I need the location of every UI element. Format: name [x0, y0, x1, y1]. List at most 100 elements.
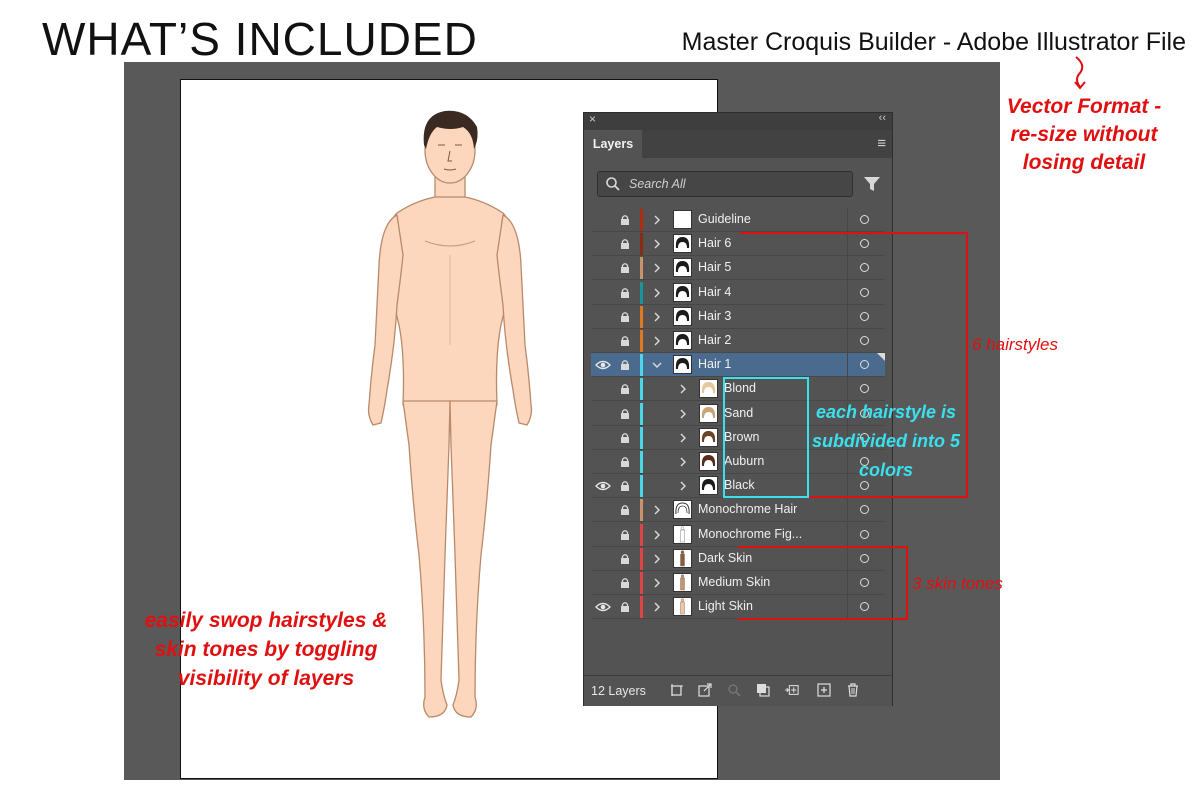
visibility-eye-icon[interactable]: [595, 431, 611, 445]
file-title: Master Croquis Builder - Adobe Illustrat…: [681, 28, 1186, 56]
lock-icon[interactable]: [620, 408, 630, 420]
lock-icon[interactable]: [620, 311, 630, 323]
layer-thumbnail: [673, 355, 692, 375]
chevron-right-icon[interactable]: [652, 262, 662, 274]
chevron-right-icon[interactable]: [678, 383, 688, 395]
layer-row[interactable]: Monochrome Hair: [591, 498, 885, 523]
visibility-eye-icon[interactable]: [595, 382, 611, 396]
panel-title-bar[interactable]: × ‹‹: [584, 112, 892, 130]
chevron-right-icon[interactable]: [678, 480, 688, 492]
layer-color-bar: [640, 499, 643, 522]
skin-tones-bracket: [738, 546, 908, 620]
visibility-eye-icon[interactable]: [595, 407, 611, 421]
layer-thumbnail: [699, 379, 718, 399]
visibility-eye-icon[interactable]: [595, 286, 611, 300]
visibility-eye-icon[interactable]: [595, 552, 611, 566]
visibility-eye-icon[interactable]: [595, 237, 611, 251]
tab-layers[interactable]: Layers: [584, 130, 642, 158]
visibility-eye-icon[interactable]: [595, 576, 611, 590]
locate-object-icon: [728, 684, 741, 697]
close-icon[interactable]: ×: [589, 112, 596, 126]
layer-target[interactable]: [847, 208, 885, 232]
lock-icon[interactable]: [620, 383, 630, 395]
layer-name: Monochrome Hair: [698, 502, 798, 517]
hair-colors-box: [723, 377, 809, 498]
panel-menu-icon[interactable]: ≡: [877, 135, 886, 152]
chevron-right-icon[interactable]: [652, 335, 662, 347]
lock-icon[interactable]: [620, 456, 630, 468]
chevron-right-icon[interactable]: [652, 287, 662, 299]
clipping-mask-icon[interactable]: [756, 683, 770, 697]
hair-colors-note: each hairstyle is subdivided into 5 colo…: [811, 402, 960, 480]
lock-icon[interactable]: [620, 480, 630, 492]
visibility-eye-icon[interactable]: [595, 455, 611, 469]
chevron-right-icon[interactable]: [678, 408, 688, 420]
lock-icon[interactable]: [620, 214, 630, 226]
layer-target[interactable]: [847, 522, 885, 547]
lock-icon[interactable]: [620, 577, 630, 589]
trash-icon[interactable]: [846, 683, 860, 697]
collapse-icon[interactable]: ‹‹: [879, 112, 886, 124]
chevron-right-icon[interactable]: [678, 456, 688, 468]
chevron-right-icon[interactable]: [652, 577, 662, 589]
layer-color-bar: [640, 523, 643, 546]
chevron-right-icon[interactable]: [652, 214, 662, 226]
layer-thumbnail: [673, 282, 692, 302]
visibility-eye-icon[interactable]: [595, 600, 611, 614]
layer-name: Hair 2: [698, 333, 732, 347]
layer-row[interactable]: Guideline: [591, 208, 885, 232]
visibility-eye-icon[interactable]: [595, 334, 611, 348]
chevron-right-icon[interactable]: [652, 601, 662, 613]
lock-icon[interactable]: [620, 287, 630, 299]
layer-color-bar: [640, 305, 643, 328]
chevron-right-icon[interactable]: [652, 553, 662, 565]
visibility-eye-icon[interactable]: [595, 479, 611, 493]
layer-row[interactable]: Monochrome Fig...: [591, 522, 885, 547]
chevron-right-icon[interactable]: [652, 504, 662, 516]
visibility-eye-icon[interactable]: [595, 261, 611, 275]
chevron-right-icon[interactable]: [652, 529, 662, 541]
lock-icon[interactable]: [620, 335, 630, 347]
lock-icon[interactable]: [620, 262, 630, 274]
layer-color-bar: [640, 572, 643, 594]
layer-target[interactable]: [847, 498, 885, 523]
visibility-eye-icon[interactable]: [595, 528, 611, 542]
lock-icon[interactable]: [620, 601, 630, 613]
lock-icon[interactable]: [620, 553, 630, 565]
panel-footer: 12 Layers: [584, 675, 892, 706]
layer-color-bar: [640, 209, 643, 231]
lock-icon[interactable]: [620, 238, 630, 250]
visibility-eye-icon[interactable]: [595, 213, 611, 227]
export-icon[interactable]: [698, 683, 712, 697]
layer-name: Hair 4: [698, 284, 732, 299]
layer-name: Hair 3: [698, 308, 732, 323]
visibility-eye-icon[interactable]: [595, 503, 611, 517]
layer-color-bar: [640, 475, 643, 498]
search-box[interactable]: [597, 171, 853, 197]
visibility-eye-icon[interactable]: [595, 358, 611, 372]
layer-name: Hair 1: [698, 357, 732, 372]
chevron-right-icon[interactable]: [652, 238, 662, 250]
filter-icon[interactable]: [863, 175, 881, 193]
lock-icon[interactable]: [620, 359, 630, 371]
artboard-collect-icon[interactable]: [670, 683, 684, 697]
swop-note: easily swop hairstyles & skin tones by t…: [144, 609, 388, 690]
layer-color-bar: [640, 451, 643, 473]
new-layer-icon[interactable]: [817, 683, 831, 697]
lock-icon[interactable]: [620, 504, 630, 516]
chevron-right-icon[interactable]: [652, 311, 662, 323]
chevron-down-icon[interactable]: [652, 359, 662, 371]
lock-icon[interactable]: [620, 529, 630, 541]
panel-tab-bar: Layers ≡: [584, 130, 892, 158]
lock-icon[interactable]: [620, 432, 630, 444]
chevron-right-icon[interactable]: [678, 432, 688, 444]
layer-thumbnail: [699, 452, 718, 471]
vector-format-note: Vector Format - re-size without losing d…: [1006, 95, 1162, 174]
layer-name: Monochrome Fig...: [698, 526, 803, 541]
new-sublayer-icon[interactable]: [785, 683, 799, 697]
layer-color-bar: [640, 281, 643, 304]
layer-thumbnail: [673, 597, 692, 617]
search-input[interactable]: [629, 177, 839, 191]
page-title: WHAT’S INCLUDED: [42, 13, 478, 65]
visibility-eye-icon[interactable]: [595, 310, 611, 324]
